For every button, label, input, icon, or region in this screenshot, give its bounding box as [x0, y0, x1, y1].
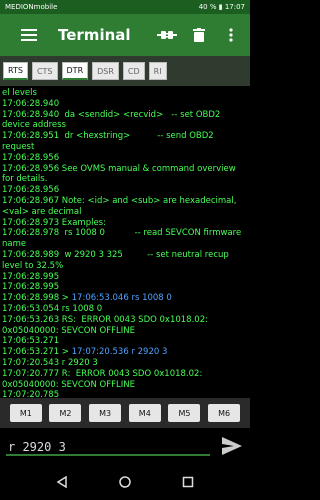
more-vert-icon[interactable] — [220, 24, 242, 46]
terminal-line-text: 17:07:20.785 — [2, 390, 60, 398]
terminal-line: 17:06:28.995 — [2, 282, 248, 293]
terminal-line-text: 17:06:28.989 w 2920 3 325 -- set neutral… — [2, 249, 232, 271]
android-nav-bar — [0, 464, 250, 500]
terminal-line-text: 17:06:28.951 dr <hexstring> -- send OBD2… — [2, 131, 217, 152]
terminal-line: 17:06:53.263 RS: ERROR 0043 SDO 0x1018.0… — [2, 315, 248, 337]
terminal-line-text: 17:06:28.995 — [2, 271, 60, 282]
terminal-line: 17:06:28.940 — [2, 99, 248, 110]
cts-indicator: CTS — [31, 62, 58, 80]
terminal-line: 17:06:53.271 — [2, 336, 248, 347]
terminal-line-text: 17:06:28.956 — [2, 185, 60, 196]
terminal-line: 17:06:28.956 See OVMS manual & command o… — [2, 164, 248, 186]
control-lines-toolbar: RTS CTS DTR DSR CD RI — [0, 56, 250, 86]
terminal-line: 17:06:28.967 Note: <id> and <sub> are he… — [2, 196, 248, 218]
connection-icon[interactable] — [156, 24, 178, 46]
app-title: Terminal — [58, 26, 131, 44]
terminal-line-text: 17:07:20.543 r 2920 3 — [2, 357, 98, 368]
terminal-line-text: 17:06:28.940 da <sendid> <recvid> -- set… — [2, 109, 224, 131]
carrier-text: MEDIONmobile — [5, 3, 58, 11]
menu-icon[interactable] — [18, 24, 40, 46]
status-bar: MEDIONmobile 40 % ▮ 17:07 — [0, 0, 250, 14]
terminal-line: 17:07:20.543 r 2920 3 — [2, 358, 248, 369]
terminal-line: 17:06:28.978 rs 1008 0 -- read SEVCON fi… — [2, 228, 248, 250]
terminal-output[interactable]: el levels 17:06:28.940 17:06:28.940 da <se… — [0, 86, 250, 398]
terminal-line-text: 17:06:28.940 — [2, 98, 60, 109]
terminal-line-text: 17:06:53.271 > — [2, 347, 72, 358]
terminal-line: 17:06:28.989 w 2920 3 325 -- set neutral… — [2, 250, 248, 272]
terminal-line-text: el levels — [2, 88, 37, 98]
terminal-line: 17:07:20.777 R: ERROR 0043 SDO 0x1018.02… — [2, 369, 248, 391]
terminal-line-text: 17:06:28.956 See OVMS manual & command o… — [2, 163, 239, 185]
terminal-line-text: 17:06:28.956 — [2, 152, 60, 163]
rts-toggle[interactable]: RTS — [3, 62, 28, 80]
back-icon[interactable] — [56, 473, 68, 492]
macro-button-m6[interactable]: M6 — [208, 404, 241, 422]
terminal-line: 17:06:28.973 Examples: — [2, 218, 248, 229]
terminal-line-text: 17:07:20.777 R: ERROR 0043 SDO 0x1018.02… — [2, 368, 206, 390]
terminal-line: el levels — [2, 88, 248, 99]
macro-bar: M1 M2 M3 M4 M5 M6 — [0, 398, 250, 428]
app-bar: Terminal — [0, 14, 250, 56]
terminal-line-text: 17:06:28.995 — [2, 282, 60, 293]
terminal-line: 17:06:53.271 > 17:07:20.536 r 2920 3 — [2, 347, 248, 358]
recents-icon[interactable] — [182, 473, 194, 492]
command-input[interactable]: r 2920 3 — [6, 436, 210, 456]
battery-icon: ▮ — [218, 3, 223, 11]
terminal-line-text: 17:06:53.263 RS: ERROR 0043 SDO 0x1018.0… — [2, 314, 211, 336]
input-bar: r 2920 3 — [0, 428, 250, 464]
send-icon[interactable] — [220, 434, 244, 458]
terminal-line-text: 17:06:28.967 Note: <id> and <sub> are he… — [2, 195, 240, 217]
macro-button-m4[interactable]: M4 — [128, 404, 161, 422]
terminal-line-text: 17:06:28.998 > — [2, 293, 72, 304]
terminal-line: 17:06:28.940 da <sendid> <recvid> -- set… — [2, 110, 248, 132]
terminal-line: 17:07:20.785 — [2, 390, 248, 398]
status-right: 40 % ▮ 17:07 — [199, 3, 245, 11]
macro-button-m5[interactable]: M5 — [168, 404, 201, 422]
macro-button-m1[interactable]: M1 — [9, 404, 42, 422]
battery-text: 40 % — [198, 3, 217, 11]
terminal-line: 17:06:28.995 — [2, 272, 248, 283]
home-icon[interactable] — [119, 473, 131, 492]
dsr-indicator: DSR — [92, 62, 119, 80]
terminal-line: 17:06:28.956 — [2, 185, 248, 196]
terminal-line-text: 17:06:28.973 Examples: — [2, 217, 106, 228]
terminal-line: 17:06:53.054 rs 1008 0 — [2, 304, 248, 315]
delete-icon[interactable] — [188, 24, 210, 46]
cd-indicator: CD — [122, 62, 145, 80]
terminal-line: 17:06:28.956 — [2, 153, 248, 164]
terminal-line-text: 17:06:28.978 rs 1008 0 -- read SEVCON fi… — [2, 228, 244, 250]
macro-button-m3[interactable]: M3 — [89, 404, 122, 422]
ri-indicator: RI — [148, 62, 167, 80]
terminal-line-text: 17:06:53.271 — [2, 336, 60, 347]
dtr-toggle[interactable]: DTR — [61, 62, 89, 80]
macro-button-m2[interactable]: M2 — [49, 404, 82, 422]
terminal-command-echo: 17:07:20.536 r 2920 3 — [71, 347, 168, 358]
terminal-line-text: 17:06:53.054 rs 1008 0 — [2, 303, 103, 314]
terminal-line: 17:06:28.998 > 17:06:53.046 rs 1008 0 — [2, 293, 248, 304]
terminal-command-echo: 17:06:53.046 rs 1008 0 — [71, 293, 172, 304]
clock: 17:07 — [224, 3, 245, 11]
terminal-line: 17:06:28.951 dr <hexstring> -- send OBD2… — [2, 131, 248, 153]
